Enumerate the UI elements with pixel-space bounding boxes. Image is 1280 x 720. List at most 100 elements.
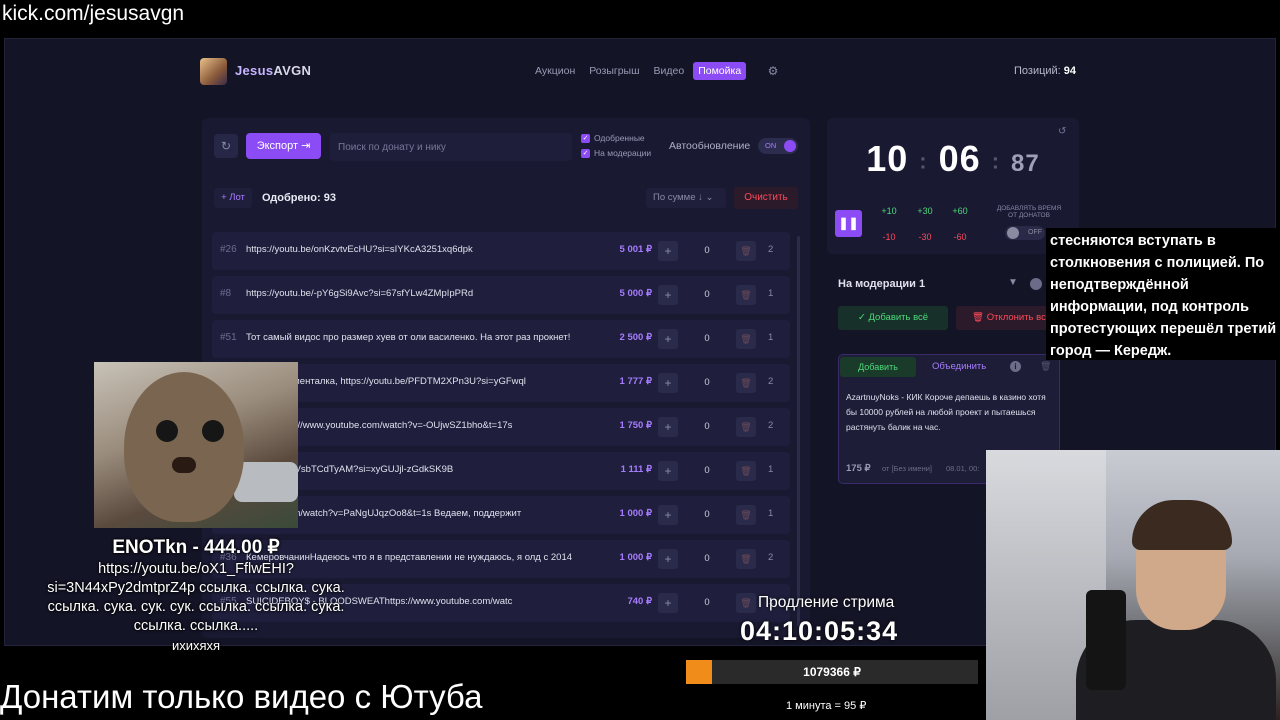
car-image [234,462,298,502]
table-row[interactable]: #51 Тот самый видос про размер хуев от ол… [212,320,790,358]
channel-logo[interactable]: JesusAVGN [235,63,311,78]
filter-icon[interactable]: ▼ [1008,277,1022,291]
moderation-toggle[interactable] [1030,278,1042,290]
channel-avatar[interactable] [200,58,227,85]
autoupdate-toggle[interactable]: ON [758,138,798,154]
quantity-input[interactable]: 0 [684,505,730,525]
checkbox-checked-icon[interactable]: ✓ [581,133,590,143]
donation-count: 2 [768,244,774,255]
cat-eye [156,420,178,442]
table-row[interactable]: youtube.com/watch?v=PaNgUJqzOo8&t=1s Вед… [212,496,790,534]
timer-ms: 87 [1011,150,1040,177]
table-row[interactable]: манга https://www.youtube.com/watch?v=-O… [212,408,790,446]
pause-button[interactable]: ❚❚ [835,210,862,237]
plus-icon[interactable]: + [658,505,678,525]
add-all-button[interactable]: ✓ Добавить всё [838,306,948,330]
tab-video[interactable]: Видео [649,62,690,80]
filter-moderation-label: На модерации [594,148,652,158]
filter-moderation[interactable]: ✓ На модерации [581,148,651,158]
sub-60-button[interactable]: -60 [945,232,975,242]
trash-icon[interactable]: 🗑 [736,285,756,305]
quantity-input[interactable]: 0 [684,549,730,569]
donation-count: 1 [768,464,774,475]
add-10-button[interactable]: +10 [874,206,904,216]
toggle-state: OFF [1028,229,1042,236]
export-button[interactable]: Экспорт ⇥ [246,133,321,159]
positions-label: Позиций: [1014,65,1061,77]
quantity-input[interactable]: 0 [684,461,730,481]
donation-amount: 1 750 ₽ [619,420,652,431]
trash-icon[interactable]: 🗑 [736,461,756,481]
sub-10-button[interactable]: -10 [874,232,904,242]
search-input[interactable] [330,133,572,161]
donation-count: 2 [768,376,774,387]
toggle-knob [784,140,796,152]
quantity-input[interactable]: 0 [684,417,730,437]
extension-label: Продление стрима [758,594,895,611]
card-add-button[interactable]: Добавить [840,357,916,377]
add-time-toggle[interactable]: OFF [1005,226,1045,240]
checkbox-checked-icon[interactable]: ✓ [581,148,590,158]
add-30-button[interactable]: +30 [910,206,940,216]
list-scrollbar[interactable] [797,236,800,626]
plus-icon[interactable]: + [658,329,678,349]
donation-amount: 5 001 ₽ [619,244,652,255]
tab-auction[interactable]: Аукцион [530,62,580,80]
trash-icon[interactable]: 🗑 [736,505,756,525]
history-icon[interactable]: ↺ [1058,126,1070,138]
table-row[interactable]: #8 https://youtu.be/-pY6gSi9Avc?si=67sfYL… [212,276,790,314]
microphone [1086,590,1126,690]
tab-trash[interactable]: Помойка [693,62,747,80]
plus-icon[interactable]: + [658,285,678,305]
card-merge-button[interactable]: Объединить [922,358,996,376]
donation-message: youtube.com/watch?v=PaNgUJqzOo8&t=1s Вед… [246,508,522,519]
trash-icon[interactable]: 🗑 [736,549,756,569]
trash-icon[interactable]: 🗑 [736,329,756,349]
timer-separator: : [991,148,1001,174]
plus-icon[interactable]: + [658,549,678,569]
filter-approved[interactable]: ✓ Одобренные [581,133,645,143]
sub-30-button[interactable]: -30 [910,232,940,242]
plus-icon[interactable]: + [658,241,678,261]
approved-count: Одобрено: 93 [262,192,336,204]
quantity-input[interactable]: 0 [684,285,730,305]
add-lot-button[interactable]: + Лот [214,188,252,208]
clear-button[interactable]: Очистить [734,187,798,209]
cat-nose [172,457,196,473]
quantity-input[interactable]: 0 [684,593,730,613]
trash-icon[interactable]: 🗑 [736,373,756,393]
table-row[interactable]: /youtu.be/CVsbTCdTyAM?si=xyGUJjl-zGdkSK9… [212,452,790,490]
info-icon[interactable]: i [1010,361,1021,372]
trash-icon[interactable]: 🗑 [736,241,756,261]
donation-amount: 1 777 ₽ [619,376,652,387]
plus-icon[interactable]: + [658,373,678,393]
quantity-input[interactable]: 0 [684,241,730,261]
timer-minutes: 06 [938,138,981,179]
webcam-feed [986,450,1280,720]
plus-icon[interactable]: + [658,417,678,437]
card-from: от [Без имени] [882,464,932,473]
sort-select[interactable]: По сумме ↓ ⌄ [646,188,726,208]
donation-message: /youtu.be/CVsbTCdTyAM?si=xyGUJjl-zGdkSK9… [246,464,454,475]
add-60-button[interactable]: +60 [945,206,975,216]
table-row[interactable]: #26 https://youtu.be/onKzvtvEcHU?si=sIYKc… [212,232,790,270]
donation-message: Тот самый видос про размер хуев от оли в… [246,332,571,343]
news-ticker: стесняются вступать в столкновения с пол… [1046,228,1280,360]
gear-icon[interactable]: ⚙ [766,64,780,78]
tab-giveaway[interactable]: Розыгрыш [584,62,644,80]
trash-icon[interactable]: 🗑 [1040,361,1051,372]
filter-approved-label: Одобренные [594,133,645,143]
plus-icon[interactable]: + [658,461,678,481]
plus-icon[interactable]: + [658,593,678,613]
table-row[interactable]: н, вот документалка, https://youtu.be/PF… [212,364,790,402]
donation-amount: 740 ₽ [627,596,652,607]
quantity-input[interactable]: 0 [684,329,730,349]
reject-all-button[interactable]: 🗑 Отклонить всё [956,306,1056,330]
card-amount: 175 ₽ [846,463,871,474]
quantity-input[interactable]: 0 [684,373,730,393]
refresh-icon[interactable]: ↻ [214,134,238,158]
trash-icon[interactable]: 🗑 [736,417,756,437]
donation-number: #51 [220,332,237,343]
trash-icon[interactable]: 🗑 [736,593,756,613]
export-icon: ⇥ [301,140,311,152]
